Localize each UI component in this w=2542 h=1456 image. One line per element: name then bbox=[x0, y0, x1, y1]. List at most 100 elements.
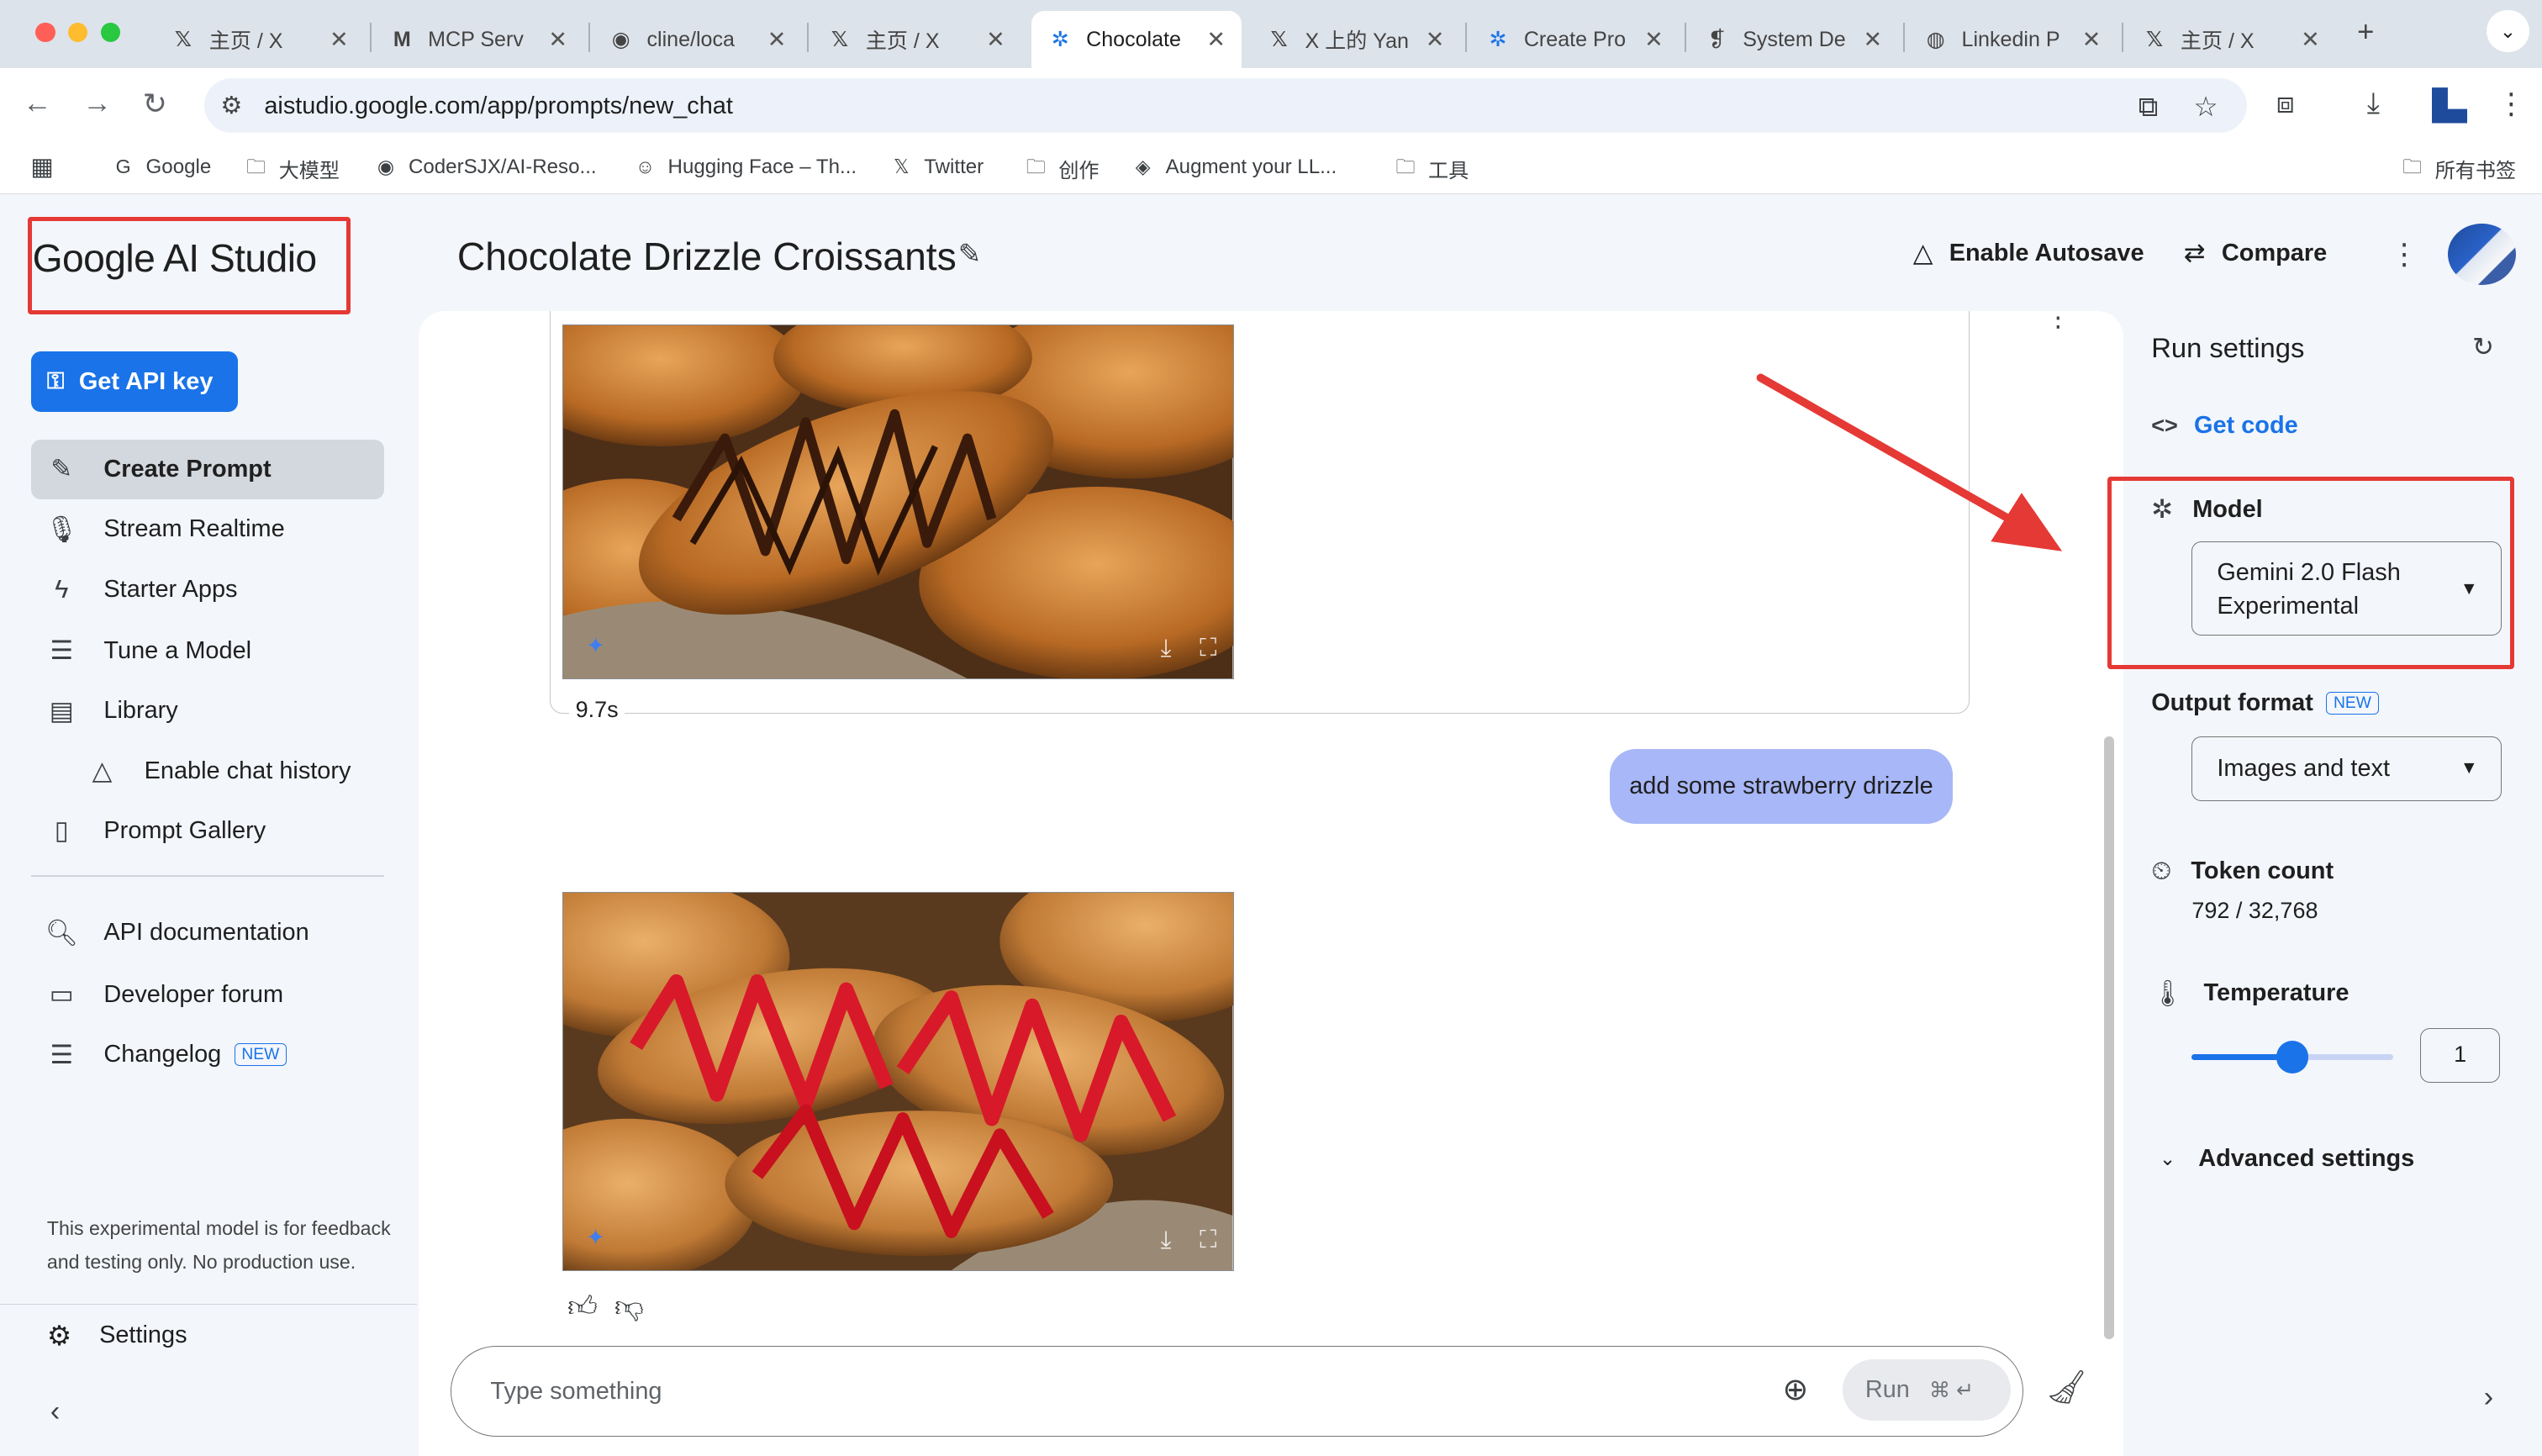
close-tab-icon[interactable]: ✕ bbox=[2082, 27, 2102, 53]
close-tab-icon[interactable]: ✕ bbox=[548, 27, 567, 53]
sidebar-item-library[interactable]: ▤ Library bbox=[31, 681, 384, 741]
thumbs-down-icon[interactable]: 👎︎ bbox=[614, 1290, 644, 1325]
sidebar-item-changelog[interactable]: ☰ Changelog NEW bbox=[31, 1025, 384, 1084]
tab-separator bbox=[1684, 22, 1686, 52]
address-bar[interactable]: ⚙ aistudio.google.com/app/prompts/new_ch… bbox=[203, 77, 2247, 134]
close-window-button[interactable] bbox=[35, 22, 55, 43]
all-bookmarks[interactable]: 🗀 所有书签 bbox=[2399, 154, 2516, 183]
bookmark-item[interactable]: 🗀 大模型 bbox=[243, 154, 340, 183]
sidebar-item-developer-forum[interactable]: ▭ Developer forum bbox=[31, 964, 384, 1024]
sidebar-item-enable-chat-history[interactable]: △ Enable chat history bbox=[31, 741, 384, 800]
tab-search-icon[interactable]: ⌄ bbox=[2487, 9, 2529, 52]
document-icon: ❡ bbox=[1707, 28, 1726, 52]
close-tab-icon[interactable]: ✕ bbox=[330, 27, 349, 53]
run-button[interactable]: Run ⌘ ↵ bbox=[1842, 1359, 2012, 1422]
compare-button[interactable]: ⇄ Compare bbox=[2184, 238, 2327, 268]
expand-panel-icon[interactable]: › bbox=[2484, 1381, 2494, 1414]
browser-tab[interactable]: ◉ cline/loca ✕ bbox=[592, 11, 803, 67]
bookmark-item[interactable]: G Google bbox=[110, 154, 212, 180]
sidebar-item-create-prompt[interactable]: ✎ Create Prompt bbox=[30, 439, 385, 499]
avatar[interactable] bbox=[2448, 224, 2517, 286]
response-options-icon[interactable]: ⋮ bbox=[2045, 311, 2071, 332]
download-icon[interactable]: ⤓ bbox=[2367, 87, 2380, 120]
profile-icon[interactable] bbox=[2431, 87, 2468, 124]
browser-tab[interactable]: ❡ System De ✕ bbox=[1688, 11, 1899, 67]
browser-tab[interactable]: 𝕏 主页 / X ✕ bbox=[154, 11, 365, 67]
new-tab-icon[interactable]: + bbox=[2357, 16, 2374, 49]
site-info-icon[interactable]: ⚙ bbox=[220, 91, 242, 120]
app-logo[interactable]: Google AI Studio bbox=[33, 235, 318, 281]
browser-tab[interactable]: 𝕏 主页 / X ✕ bbox=[810, 11, 1021, 67]
generated-image-chocolate[interactable]: ✦ ⤓ ⛶ bbox=[562, 324, 1234, 680]
browser-tab[interactable]: ◍ Linkedin P ✕ bbox=[1906, 11, 2117, 67]
browser-tab[interactable]: M MCP Serv ✕ bbox=[373, 11, 584, 67]
thumbs-up-icon[interactable]: 👍︎ bbox=[567, 1290, 598, 1325]
run-settings-title: Run settings bbox=[2151, 332, 2305, 364]
clear-chat-icon[interactable]: 🧹︎ bbox=[2046, 1369, 2087, 1406]
get-api-key-button[interactable]: ⚿ Get API key bbox=[30, 351, 239, 412]
add-media-icon[interactable]: ⊕ bbox=[1782, 1371, 1808, 1407]
close-tab-icon[interactable]: ✕ bbox=[1863, 27, 1882, 53]
temperature-input[interactable]: 1 bbox=[2420, 1027, 2500, 1084]
close-tab-icon[interactable]: ✕ bbox=[2301, 27, 2320, 53]
get-code-button[interactable]: <> Get code bbox=[2151, 412, 2298, 440]
folder-icon: 🗀 bbox=[1026, 155, 1046, 177]
bookmark-item[interactable]: ☺ Hugging Face – Th... bbox=[632, 154, 857, 180]
chat-scrollbar[interactable] bbox=[2104, 736, 2114, 1339]
url-text[interactable]: aistudio.google.com/app/prompts/new_chat bbox=[264, 92, 733, 120]
enable-autosave-button[interactable]: △ Enable Autosave bbox=[1913, 238, 2144, 268]
more-options-icon[interactable]: ⋮ bbox=[2390, 238, 2419, 272]
sidebar-item-api-documentation[interactable]: 🔍︎ API documentation bbox=[31, 903, 384, 963]
sidebar-item-stream-realtime[interactable]: 🎙︎ Stream Realtime bbox=[31, 499, 384, 559]
minimize-window-button[interactable] bbox=[67, 22, 88, 43]
bookmark-label: CoderSJX/AI-Reso... bbox=[408, 155, 597, 178]
browser-tab[interactable]: 𝕏 X 上的 Yan ✕ bbox=[1250, 11, 1461, 67]
close-tab-icon[interactable]: ✕ bbox=[1206, 27, 1226, 53]
sidebar-item-prompt-gallery[interactable]: ▯ Prompt Gallery bbox=[31, 801, 384, 861]
close-tab-icon[interactable]: ✕ bbox=[767, 27, 787, 53]
reload-icon[interactable]: ↻ bbox=[143, 87, 167, 121]
collapse-sidebar-icon[interactable]: ‹ bbox=[50, 1395, 61, 1428]
temperature-slider-thumb[interactable] bbox=[2276, 1041, 2309, 1074]
extensions-icon[interactable]: ⧈ bbox=[2276, 87, 2295, 120]
bookmark-label: 工具 bbox=[1428, 160, 1469, 183]
apps-grid-icon[interactable]: ▦ bbox=[29, 154, 65, 181]
fullscreen-icon[interactable]: ⛶ bbox=[1200, 635, 1216, 662]
medium-logo-icon: M bbox=[393, 27, 411, 51]
sidebar-item-tune-a-model[interactable]: ☰ Tune a Model bbox=[31, 621, 384, 681]
close-tab-icon[interactable]: ✕ bbox=[1426, 27, 1445, 53]
back-icon[interactable]: ← bbox=[23, 87, 52, 120]
fullscreen-icon[interactable]: ⛶ bbox=[1200, 1227, 1216, 1254]
reset-settings-icon[interactable]: ↻ bbox=[2472, 332, 2494, 362]
sidebar-item-label: Tune a Model bbox=[103, 636, 252, 664]
browser-menu-icon[interactable]: ⋮ bbox=[2497, 87, 2526, 121]
download-image-icon[interactable]: ⤓ bbox=[1161, 1227, 1172, 1254]
browser-tab[interactable]: 𝕏 主页 / X ✕ bbox=[2125, 11, 2336, 67]
advanced-settings-toggle[interactable]: ⌄ Advanced settings bbox=[2160, 1145, 2414, 1173]
sidebar-item-settings[interactable]: ⚙ Settings bbox=[31, 1320, 187, 1352]
edit-title-icon[interactable]: ✎ bbox=[958, 238, 981, 270]
zoom-window-button[interactable] bbox=[100, 22, 120, 43]
prompt-input[interactable] bbox=[490, 1370, 1755, 1413]
generated-image-strawberry[interactable]: ✦ ⤓ ⛶ bbox=[562, 891, 1234, 1271]
model-select[interactable]: Gemini 2.0 Flash Experimental ▼ bbox=[2191, 541, 2502, 636]
close-tab-icon[interactable]: ✕ bbox=[1644, 27, 1664, 53]
bookmark-item[interactable]: ◉ CoderSJX/AI-Reso... bbox=[373, 154, 597, 180]
sidebar-item-starter-apps[interactable]: ϟ Starter Apps bbox=[31, 559, 384, 619]
run-settings-panel: Run settings ↻ <> Get code ✲ Model Gemin… bbox=[2107, 311, 2542, 1456]
browser-tab[interactable]: ✲ Chocolate ✕ bbox=[1031, 11, 1242, 68]
browser-tab[interactable]: ✲ Create Pro ✕ bbox=[1469, 11, 1680, 67]
close-tab-icon[interactable]: ✕ bbox=[986, 27, 1005, 53]
output-format-select[interactable]: Images and text ▼ bbox=[2191, 736, 2502, 801]
bookmark-item[interactable]: ◈ Augment your LL... bbox=[1130, 154, 1337, 180]
install-app-icon[interactable]: ⧉ bbox=[2139, 91, 2158, 124]
temperature-slider[interactable] bbox=[2191, 1041, 2393, 1074]
bookmark-item[interactable]: 🗀 创作 bbox=[1023, 154, 1100, 183]
bookmark-item[interactable]: 🗀 工具 bbox=[1393, 154, 1469, 183]
bookmark-item[interactable]: 𝕏 Twitter bbox=[889, 154, 984, 180]
model-label-text: Model bbox=[2192, 495, 2263, 523]
download-image-icon[interactable]: ⤓ bbox=[1161, 635, 1172, 662]
bookmark-star-icon[interactable]: ☆ bbox=[2193, 91, 2218, 123]
library-icon: ▤ bbox=[49, 695, 74, 725]
forward-icon[interactable]: → bbox=[82, 87, 112, 120]
